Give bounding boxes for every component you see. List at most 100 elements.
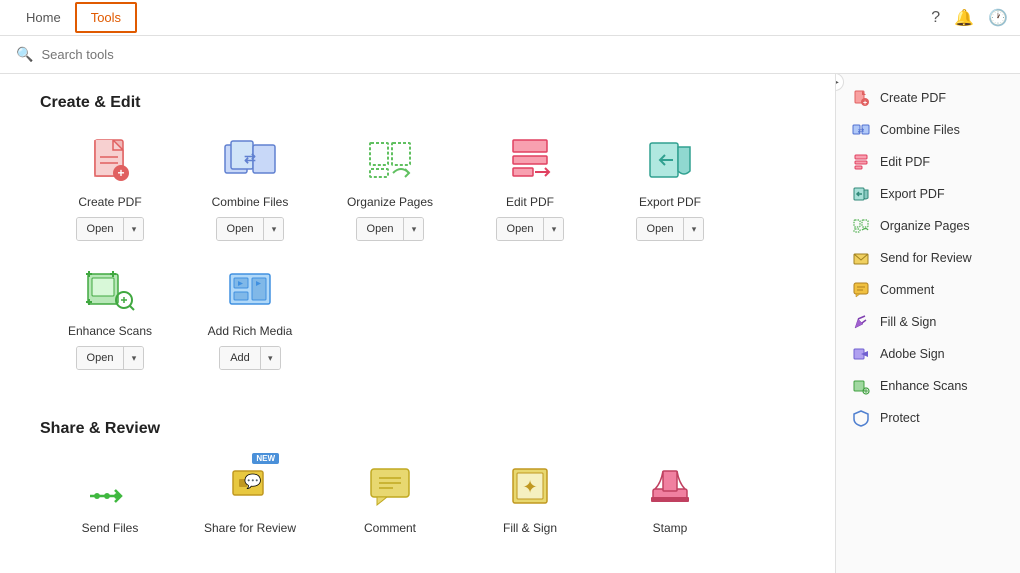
export-pdf-open-btn[interactable]: Open xyxy=(637,218,684,240)
share-review-section: Share & Review Send Files xyxy=(40,420,795,573)
enhance-scans-icon xyxy=(80,261,140,316)
export-pdf-icon xyxy=(640,132,700,187)
tool-stamp[interactable]: Stamp xyxy=(600,458,740,543)
create-edit-section: Create & Edit + xyxy=(40,94,795,390)
sidebar-item-enhance-scans[interactable]: Enhance Scans xyxy=(836,370,1020,402)
content-area: Create & Edit + xyxy=(0,74,835,573)
edit-pdf-btn-group: Open ▾ xyxy=(496,217,565,241)
combine-files-side-icon: ⇄ xyxy=(852,121,870,139)
export-pdf-label: Export PDF xyxy=(639,195,701,209)
new-badge: NEW xyxy=(252,453,279,464)
svg-text:✦: ✦ xyxy=(522,477,537,497)
enhance-scans-side-icon xyxy=(852,377,870,395)
svg-text:+: + xyxy=(117,166,124,180)
add-rich-media-dropdown-btn[interactable]: ▾ xyxy=(260,347,280,369)
combine-files-icon: ⇄ xyxy=(220,132,280,187)
tool-edit-pdf[interactable]: Edit PDF Open ▾ xyxy=(460,132,600,241)
add-rich-media-label: Add Rich Media xyxy=(208,324,293,338)
sidebar-item-export-pdf[interactable]: Export PDF xyxy=(836,178,1020,210)
svg-text:⇄: ⇄ xyxy=(858,126,865,135)
organize-pages-dropdown-btn[interactable]: ▾ xyxy=(403,218,423,240)
tools-tab[interactable]: Tools xyxy=(75,2,137,33)
protect-side-icon xyxy=(852,409,870,427)
nav-icons: ? 🔔 🕐 xyxy=(931,8,1008,28)
tool-fill-sign-share[interactable]: ✦ Fill & Sign xyxy=(460,458,600,543)
organize-pages-label: Organize Pages xyxy=(347,195,433,209)
combine-files-dropdown-btn[interactable]: ▾ xyxy=(263,218,283,240)
export-pdf-btn-group: Open ▾ xyxy=(636,217,705,241)
svg-text:💬: 💬 xyxy=(244,473,262,490)
search-input[interactable] xyxy=(41,47,241,62)
sidebar-item-adobe-sign-label: Adobe Sign xyxy=(880,347,945,361)
sidebar-item-edit-pdf[interactable]: Edit PDF xyxy=(836,146,1020,178)
stamp-icon xyxy=(640,458,700,513)
main-layout: Create & Edit + xyxy=(0,74,1020,573)
sidebar-item-protect-label: Protect xyxy=(880,411,920,425)
enhance-scans-btn-group: Open ▾ xyxy=(76,346,145,370)
create-pdf-btn-group: Open ▾ xyxy=(76,217,145,241)
sidebar-item-send-review-label: Send for Review xyxy=(880,251,972,265)
home-tab[interactable]: Home xyxy=(12,4,75,31)
tool-organize-pages[interactable]: Organize Pages Open ▾ xyxy=(320,132,460,241)
sidebar: ▶ + Create PDF ⇄ xyxy=(835,74,1020,573)
send-files-icon xyxy=(80,458,140,513)
history-icon[interactable]: 🕐 xyxy=(988,8,1008,28)
create-edit-title: Create & Edit xyxy=(40,94,795,112)
edit-pdf-open-btn[interactable]: Open xyxy=(497,218,544,240)
organize-pages-open-btn[interactable]: Open xyxy=(357,218,404,240)
comment-share-icon xyxy=(360,458,420,513)
sidebar-item-send-review[interactable]: Send for Review xyxy=(836,242,1020,274)
sidebar-item-protect[interactable]: Protect xyxy=(836,402,1020,434)
sidebar-item-organize-pages-label: Organize Pages xyxy=(880,219,970,233)
reorganize-icon xyxy=(80,563,140,573)
sidebar-item-adobe-sign[interactable]: Adobe Sign xyxy=(836,338,1020,370)
edit-pdf-side-icon xyxy=(852,153,870,171)
tool-enhance-scans[interactable]: Enhance Scans Open ▾ xyxy=(40,261,180,370)
enhance-scans-dropdown-btn[interactable]: ▾ xyxy=(123,347,143,369)
adobe-sign-side-icon xyxy=(852,345,870,363)
tool-share-review[interactable]: NEW 💬 Share for Review xyxy=(180,458,320,543)
sidebar-item-fill-sign[interactable]: Fill & Sign xyxy=(836,306,1020,338)
edit-pdf-dropdown-btn[interactable]: ▾ xyxy=(543,218,563,240)
svg-text:⇄: ⇄ xyxy=(244,150,256,166)
export-pdf-dropdown-btn[interactable]: ▾ xyxy=(683,218,703,240)
tool-comment-share[interactable]: Comment xyxy=(320,458,460,543)
share-review-title: Share & Review xyxy=(40,420,795,438)
search-icon: 🔍 xyxy=(16,46,33,63)
combine-files-label: Combine Files xyxy=(212,195,289,209)
comment-side-icon xyxy=(852,281,870,299)
create-edit-grid: + Create PDF Open ▾ xyxy=(40,132,795,390)
edit-pdf-label: Edit PDF xyxy=(506,195,554,209)
create-pdf-icon: + xyxy=(80,132,140,187)
notification-icon[interactable]: 🔔 xyxy=(954,8,974,28)
send-files-label: Send Files xyxy=(82,521,139,535)
enhance-scans-open-btn[interactable]: Open xyxy=(77,347,124,369)
create-pdf-side-icon: + xyxy=(852,89,870,107)
sidebar-item-create-pdf[interactable]: + Create PDF xyxy=(836,82,1020,114)
combine-files-btn-group: Open ▾ xyxy=(216,217,285,241)
tool-combine-files[interactable]: ⇄ Combine Files Open ▾ xyxy=(180,132,320,241)
organize-pages-side-icon xyxy=(852,217,870,235)
tool-send-files[interactable]: Send Files xyxy=(40,458,180,543)
add-rich-media-icon xyxy=(220,261,280,316)
tool-create-pdf[interactable]: + Create PDF Open ▾ xyxy=(40,132,180,241)
add-rich-media-add-btn[interactable]: Add xyxy=(220,347,260,369)
stamp-label: Stamp xyxy=(653,521,688,535)
tool-reorganize[interactable]: Compare Files xyxy=(40,563,180,573)
tool-add-rich-media[interactable]: Add Rich Media Add ▾ xyxy=(180,261,320,370)
fill-sign-side-icon xyxy=(852,313,870,331)
sidebar-item-combine-files-label: Combine Files xyxy=(880,123,960,137)
top-nav: Home Tools ? 🔔 🕐 xyxy=(0,0,1020,36)
svg-text:+: + xyxy=(863,100,867,107)
tool-export-pdf[interactable]: Export PDF Open ▾ xyxy=(600,132,740,241)
sidebar-item-export-pdf-label: Export PDF xyxy=(880,187,945,201)
sidebar-item-combine-files[interactable]: ⇄ Combine Files xyxy=(836,114,1020,146)
sidebar-item-enhance-scans-label: Enhance Scans xyxy=(880,379,968,393)
help-icon[interactable]: ? xyxy=(931,9,940,27)
sidebar-item-comment[interactable]: Comment xyxy=(836,274,1020,306)
create-pdf-open-btn[interactable]: Open xyxy=(77,218,124,240)
sidebar-item-organize-pages[interactable]: Organize Pages xyxy=(836,210,1020,242)
sidebar-item-fill-sign-label: Fill & Sign xyxy=(880,315,936,329)
create-pdf-dropdown-btn[interactable]: ▾ xyxy=(123,218,143,240)
combine-files-open-btn[interactable]: Open xyxy=(217,218,264,240)
